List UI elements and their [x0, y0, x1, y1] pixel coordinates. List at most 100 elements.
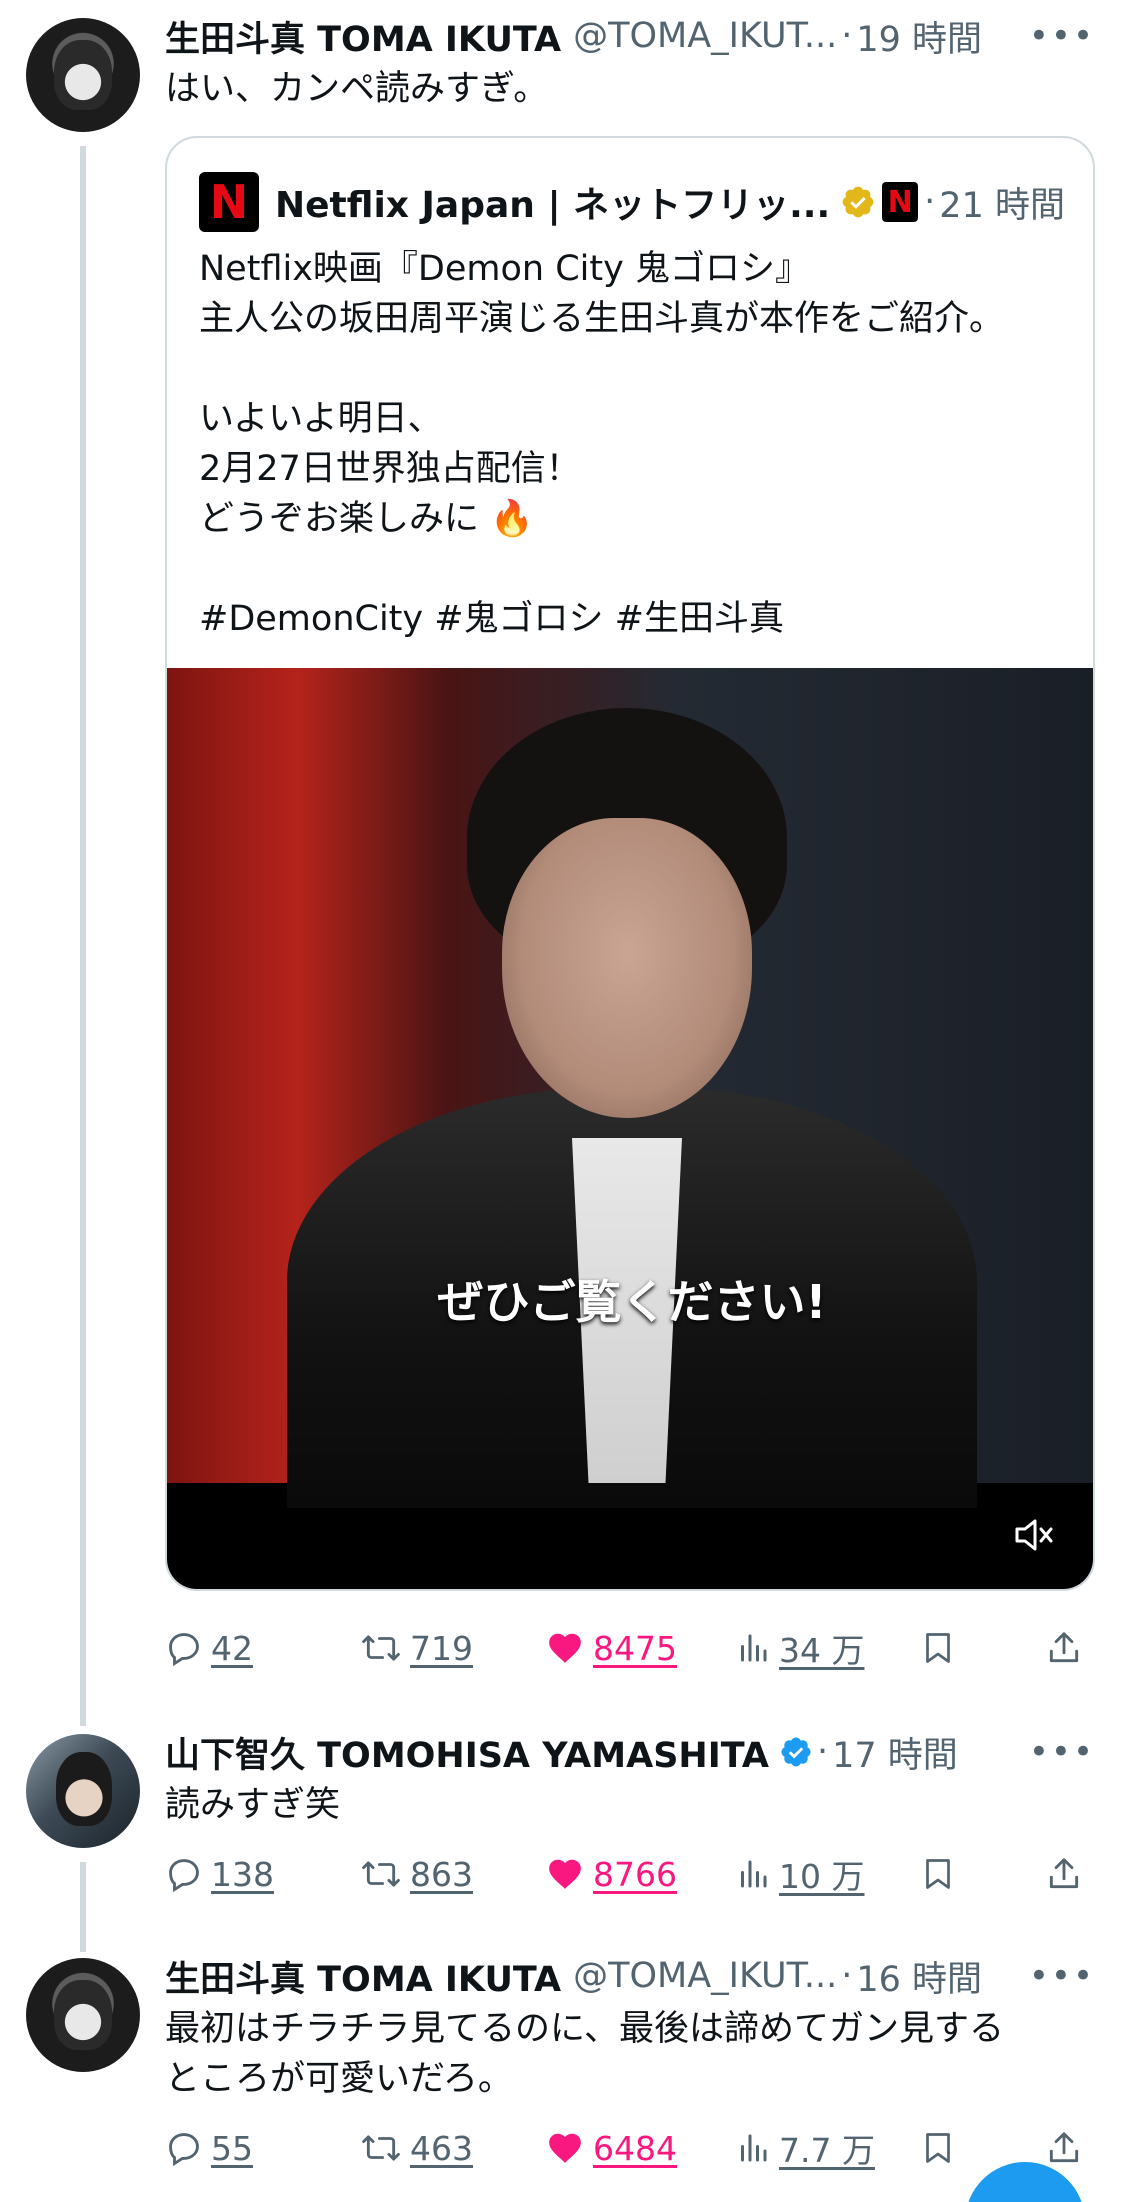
action-bar: 138 863 8766 10 万: [165, 1846, 1100, 1902]
avatar[interactable]: [26, 18, 140, 132]
share-icon: [1049, 2132, 1079, 2163]
bookmark-button[interactable]: [920, 1620, 956, 1676]
bookmark-button[interactable]: [920, 1846, 956, 1902]
repost-count: 863: [410, 1854, 473, 1894]
reply-count: 138: [211, 1854, 274, 1894]
separator: ·: [816, 1732, 829, 1772]
tweet-text: 読みすぎ笑: [165, 1785, 341, 1825]
like-button[interactable]: 8475: [545, 1620, 677, 1676]
netflix-affiliate-badge: N: [882, 182, 919, 222]
repost-icon: [362, 2135, 400, 2161]
heart-icon: [549, 1859, 581, 1889]
more-options-icon[interactable]: •••: [1029, 1732, 1095, 1772]
verified-icon: [781, 1737, 811, 1767]
quoted-line: どうぞお楽しみに 🔥: [199, 499, 534, 539]
reply-button[interactable]: 138: [165, 1846, 274, 1902]
tweet-header: 山下智久 TOMOHISA YAMASHITA · 17 時間 •••: [165, 1728, 1125, 1776]
tweet-header: 生田斗真 TOMA IKUTA @TOMA_IKUT... · 16 時間 ••…: [165, 1952, 1125, 2000]
tweet-text-line: 最初はチラチラ見てるのに、最後は諦めてガン見する: [165, 2009, 1004, 2049]
analytics-icon: [741, 1634, 767, 1662]
quoted-tweet-header: N Netflix Japan | ネットフリッ... N · 21 時間: [199, 172, 1065, 232]
more-options-icon[interactable]: •••: [1029, 1956, 1095, 1996]
author-handle[interactable]: @TOMA_IKUT...: [573, 16, 837, 56]
views-button[interactable]: 7.7 万: [735, 2120, 875, 2176]
quoted-line: 2月27日世界独占配信！: [199, 449, 581, 489]
repost-button[interactable]: 463: [360, 2120, 473, 2176]
heart-icon: [549, 1633, 581, 1663]
quoted-tweet-text: Netflix映画『Demon City 鬼ゴロシ』 主人公の坂田周平演じる生田…: [199, 244, 1065, 644]
repost-count: 719: [410, 1628, 473, 1668]
reply-count: 42: [211, 1628, 253, 1668]
quoted-tweet[interactable]: N Netflix Japan | ネットフリッ... N · 21 時間 Ne…: [165, 136, 1095, 1591]
timestamp[interactable]: 21 時間: [939, 177, 1065, 228]
views-button[interactable]: 10 万: [735, 1846, 864, 1902]
bookmark-icon: [926, 1633, 950, 1663]
tweet-text: 最初はチラチラ見てるのに、最後は諦めてガン見する ところが可愛いだろ。: [165, 2004, 1085, 2104]
avatar[interactable]: [26, 1958, 140, 2072]
tweet[interactable]: 山下智久 TOMOHISA YAMASHITA · 17 時間 ••• 読みすぎ…: [0, 1720, 1125, 1950]
quoted-line: 主人公の坂田周平演じる生田斗真が本作をご紹介。: [199, 299, 1005, 339]
repost-button[interactable]: 863: [360, 1846, 473, 1902]
reply-button[interactable]: 42: [165, 1620, 253, 1676]
like-count: 8475: [593, 1628, 677, 1668]
tweet[interactable]: 生田斗真 TOMA IKUTA @TOMA_IKUT... · 19 時間 ••…: [0, 0, 1125, 1720]
tweet[interactable]: 生田斗真 TOMA IKUTA @TOMA_IKUT... · 16 時間 ••…: [0, 1950, 1125, 2202]
view-count: 7.7 万: [779, 2131, 875, 2170]
reply-icon: [169, 1859, 199, 1893]
reply-icon: [169, 2133, 199, 2167]
view-count: 10 万: [779, 1857, 865, 1896]
bookmark-icon: [926, 2133, 950, 2163]
quoted-line: いよいよ明日、: [199, 399, 443, 439]
timestamp[interactable]: 19 時間: [856, 11, 982, 62]
video-subtitle: ぜひご覧ください!: [437, 1275, 827, 1329]
bookmark-button[interactable]: [920, 2120, 956, 2176]
like-count: 6484: [593, 2128, 677, 2168]
reply-button[interactable]: 55: [165, 2120, 253, 2176]
separator: ·: [841, 1956, 853, 1996]
separator: ·: [924, 182, 936, 222]
analytics-icon: [741, 2134, 767, 2162]
tweet-text: はい、カンペ読みすぎ。: [165, 69, 549, 109]
timestamp[interactable]: 16 時間: [856, 1951, 982, 2002]
author-name[interactable]: 山下智久 TOMOHISA YAMASHITA: [165, 1727, 769, 1778]
reply-count: 55: [211, 2128, 253, 2168]
views-button[interactable]: 34 万: [735, 1620, 864, 1676]
video-frame[interactable]: ぜひご覧ください!: [167, 668, 1093, 1508]
analytics-icon: [741, 1860, 767, 1888]
like-button[interactable]: 8766: [545, 1846, 677, 1902]
more-options-icon[interactable]: •••: [1029, 16, 1095, 56]
reply-icon: [169, 1633, 199, 1667]
mute-icon[interactable]: [1013, 1515, 1057, 1555]
avatar[interactable]: [26, 1734, 140, 1848]
tweet-text-line: ところが可愛いだろ。: [165, 2059, 513, 2099]
share-button[interactable]: [1045, 1620, 1083, 1676]
bookmark-icon: [926, 1859, 950, 1889]
quoted-line: Netflix映画『Demon City 鬼ゴロシ』: [199, 249, 810, 289]
quoted-author-name[interactable]: Netflix Japan | ネットフリッ...: [275, 176, 830, 228]
action-bar: 55 463 6484 7.7 万: [165, 2120, 1100, 2176]
share-icon: [1049, 1632, 1079, 1663]
tweet-header: 生田斗真 TOMA IKUTA @TOMA_IKUT... · 19 時間 ••…: [165, 12, 1125, 60]
share-icon: [1049, 1858, 1079, 1889]
author-name[interactable]: 生田斗真 TOMA IKUTA: [165, 11, 561, 62]
quoted-line: [199, 344, 1065, 394]
repost-icon: [362, 1861, 400, 1887]
netflix-avatar[interactable]: N: [199, 172, 259, 232]
gold-verified-icon: [842, 186, 874, 218]
video-figure-face: [502, 818, 752, 1118]
timestamp[interactable]: 17 時間: [832, 1727, 958, 1778]
author-name[interactable]: 生田斗真 TOMA IKUTA: [165, 1951, 561, 2002]
repost-icon: [362, 1635, 400, 1661]
repost-button[interactable]: 719: [360, 1620, 473, 1676]
video-player[interactable]: ぜひご覧ください!: [167, 668, 1093, 1589]
separator: ·: [841, 16, 853, 56]
share-button[interactable]: [1045, 1846, 1083, 1902]
repost-count: 463: [410, 2128, 473, 2168]
author-handle[interactable]: @TOMA_IKUT...: [573, 1956, 837, 1996]
quoted-line[interactable]: #DemonCity #鬼ゴロシ #生田斗真: [199, 594, 1065, 644]
view-count: 34 万: [779, 1631, 865, 1670]
heart-icon: [549, 2133, 581, 2163]
like-button[interactable]: 6484: [545, 2120, 677, 2176]
quoted-line: [199, 544, 1065, 594]
action-bar: 42 719 8475 34 万: [165, 1620, 1100, 1676]
